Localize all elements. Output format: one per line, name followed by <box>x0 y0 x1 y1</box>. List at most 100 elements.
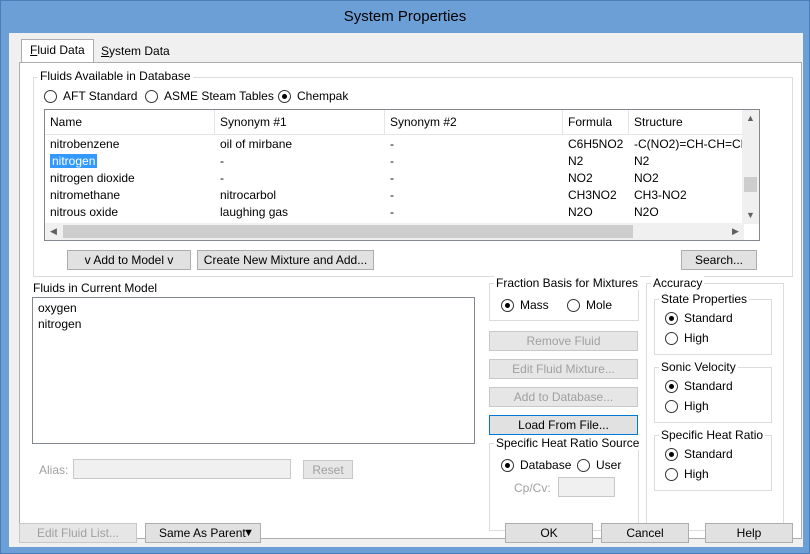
search-button[interactable]: Search... <box>681 250 757 270</box>
remove-fluid-button[interactable]: Remove Fluid <box>489 331 638 351</box>
scroll-left-icon[interactable]: ◀ <box>45 223 62 240</box>
column-header-synonym2[interactable]: Synonym #2 <box>385 110 563 135</box>
state-properties-legend: State Properties <box>659 292 750 306</box>
vertical-scroll-thumb[interactable] <box>744 177 757 192</box>
cancel-button[interactable]: Cancel <box>601 523 689 543</box>
table-row-synonym2[interactable]: - <box>385 136 563 153</box>
dropdown-arrow-icon: ▼ <box>243 527 254 539</box>
radio-dot <box>501 458 514 472</box>
same-as-parent-dropdown[interactable]: Same As Parent ▼ <box>145 523 261 543</box>
radio-heat-standard[interactable]: Standard <box>665 447 733 461</box>
radio-dot <box>501 298 514 312</box>
table-row-formula[interactable]: N2O <box>563 204 629 221</box>
add-to-database-button[interactable]: Add to Database... <box>489 387 638 407</box>
table-row-synonym1[interactable]: nitrocarbol <box>215 187 385 204</box>
radio-mole[interactable]: Mole <box>567 298 612 312</box>
edit-fluid-list-button[interactable]: Edit Fluid List... <box>19 523 137 543</box>
current-model-list[interactable]: oxygen nitrogen <box>32 297 475 444</box>
table-row-synonym1[interactable]: oil of mirbane <box>215 136 385 153</box>
cpcv-label: Cp/Cv: <box>514 481 551 495</box>
table-row-synonym2[interactable]: - <box>385 170 563 187</box>
ok-button[interactable]: OK <box>505 523 593 543</box>
table-row-synonym2[interactable]: - <box>385 153 563 170</box>
fluid-database-grid[interactable]: Name Synonym #1 Synonym #2 Formula Struc… <box>44 109 760 241</box>
create-mixture-button[interactable]: Create New Mixture and Add... <box>197 250 374 270</box>
reset-button[interactable]: Reset <box>303 460 353 479</box>
add-to-model-button[interactable]: v Add to Model v <box>67 250 191 270</box>
vertical-scrollbar[interactable]: ▲ ▼ <box>742 110 759 224</box>
table-row-name-selected[interactable]: nitrogen <box>45 153 215 170</box>
scroll-up-icon[interactable]: ▲ <box>742 110 759 127</box>
table-row-synonym2[interactable]: - <box>385 187 563 204</box>
table-row-synonym1[interactable]: - <box>215 170 385 187</box>
table-row-formula[interactable]: C6H5NO2 <box>563 136 629 153</box>
sonic-velocity-legend: Sonic Velocity <box>659 360 738 374</box>
radio-dot <box>665 311 678 325</box>
radio-dot <box>577 458 590 472</box>
specific-heat-ratio-group <box>654 435 772 491</box>
table-row-name[interactable]: nitrous oxide <box>45 204 215 221</box>
table-row-name[interactable]: nitrogen dioxide <box>45 170 215 187</box>
sonic-velocity-group <box>654 367 772 423</box>
radio-state-standard[interactable]: Standard <box>665 311 733 325</box>
cpcv-input[interactable] <box>558 477 615 497</box>
specific-heat-source-legend: Specific Heat Ratio Source <box>494 436 642 450</box>
radio-dot <box>567 298 580 312</box>
column-header-synonym1[interactable]: Synonym #1 <box>215 110 385 135</box>
table-row-formula[interactable]: N2 <box>563 153 629 170</box>
column-header-name[interactable]: Name <box>45 110 215 135</box>
column-header-formula[interactable]: Formula <box>563 110 629 135</box>
alias-input[interactable] <box>73 459 291 479</box>
table-row-structure[interactable]: NO2 <box>629 170 744 187</box>
table-row-formula[interactable]: CH3NO2 <box>563 187 629 204</box>
state-properties-group <box>654 299 772 355</box>
radio-heat-high[interactable]: High <box>665 467 709 481</box>
radio-asme-steam-tables[interactable]: ASME Steam Tables <box>145 89 274 103</box>
table-row-structure[interactable]: N2O <box>629 204 744 221</box>
radio-dot <box>145 89 158 103</box>
tab-system-data[interactable]: System Data <box>93 41 178 63</box>
table-row-structure[interactable]: N2 <box>629 153 744 170</box>
table-row-structure[interactable]: -C(NO2)=CH-CH=CH-C <box>629 136 744 153</box>
table-row-synonym2[interactable]: - <box>385 204 563 221</box>
table-row-name[interactable]: nitromethane <box>45 187 215 204</box>
radio-dot <box>665 331 678 345</box>
list-item[interactable]: nitrogen <box>33 316 474 332</box>
radio-aft-standard[interactable]: AFT Standard <box>44 89 137 103</box>
current-model-label: Fluids in Current Model <box>33 281 158 295</box>
radio-dot <box>278 89 291 103</box>
table-row-name[interactable]: nitrobenzene <box>45 136 215 153</box>
accuracy-legend: Accuracy <box>651 276 705 290</box>
help-button[interactable]: Help <box>705 523 793 543</box>
radio-dot <box>665 467 678 481</box>
radio-state-high[interactable]: High <box>665 331 709 345</box>
system-properties-window: System Properties Fluid Data System Data… <box>0 0 810 554</box>
list-item[interactable]: oxygen <box>33 300 474 316</box>
radio-chempak[interactable]: Chempak <box>278 89 348 103</box>
horizontal-scrollbar[interactable]: ◀ ▶ <box>45 223 744 240</box>
fluid-data-panel: Fluids Available in Database AFT Standar… <box>19 62 802 539</box>
fluids-database-legend: Fluids Available in Database <box>38 69 193 83</box>
radio-dot <box>665 399 678 413</box>
edit-fluid-mixture-button[interactable]: Edit Fluid Mixture... <box>489 359 638 379</box>
scroll-right-icon[interactable]: ▶ <box>727 223 744 240</box>
horizontal-scroll-thumb[interactable] <box>63 225 633 238</box>
load-from-file-button[interactable]: Load From File... <box>489 415 638 435</box>
radio-user[interactable]: User <box>577 458 621 472</box>
alias-label: Alias: <box>39 463 69 477</box>
radio-sonic-standard[interactable]: Standard <box>665 379 733 393</box>
specific-heat-ratio-legend: Specific Heat Ratio <box>659 428 766 442</box>
scroll-down-icon[interactable]: ▼ <box>742 207 759 224</box>
radio-database[interactable]: Database <box>501 458 571 472</box>
tab-fluid-data[interactable]: Fluid Data <box>21 39 94 63</box>
table-row-synonym1[interactable]: laughing gas <box>215 204 385 221</box>
table-row-synonym1[interactable]: - <box>215 153 385 170</box>
table-row-structure[interactable]: CH3-NO2 <box>629 187 744 204</box>
radio-mass[interactable]: Mass <box>501 298 549 312</box>
radio-dot <box>44 89 57 103</box>
column-header-structure[interactable]: Structure <box>629 110 744 135</box>
table-row-formula[interactable]: NO2 <box>563 170 629 187</box>
radio-sonic-high[interactable]: High <box>665 399 709 413</box>
dialog-client: Fluid Data System Data Fluids Available … <box>9 33 803 547</box>
window-title: System Properties <box>343 8 467 25</box>
